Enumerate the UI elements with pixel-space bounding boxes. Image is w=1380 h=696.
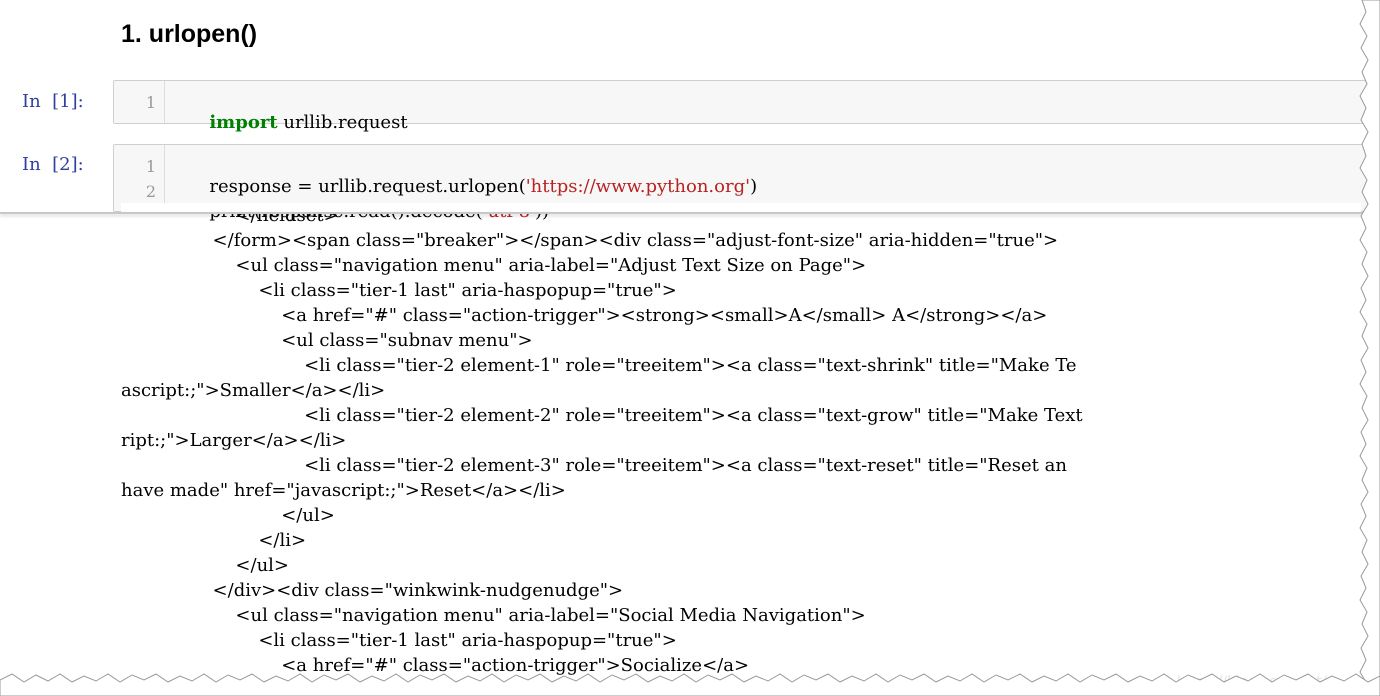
- output-line: <li class="tier-1 last" aria-haspopup="t…: [121, 630, 677, 651]
- cell-output: </fieldset> </form><span class="breaker"…: [121, 203, 1361, 683]
- code-string: 'https://www.python.org': [525, 176, 751, 197]
- code-cell-1[interactable]: 1 import urllib.request: [113, 80, 1380, 133]
- output-line: have made" href="javascript:;">Reset</a>…: [121, 480, 566, 501]
- output-line: <a href="#" class="action-trigger"><stro…: [121, 305, 1048, 326]
- output-line: <li class="tier-1 last" aria-haspopup="t…: [121, 280, 677, 301]
- output-line: <li class="tier-2 element-1" role="treei…: [121, 355, 1077, 376]
- output-line: ascript:;">Smaller</a></li>: [121, 380, 386, 401]
- line-number: 1: [145, 157, 156, 176]
- output-line: <li class="tier-2 element-3" role="treei…: [121, 455, 1067, 476]
- line-number: 2: [145, 182, 156, 201]
- output-line: ript:;">Larger</a></li>: [121, 430, 347, 451]
- output-line: <ul class="subnav menu">: [121, 330, 533, 351]
- output-line: </ul>: [121, 505, 335, 526]
- output-line: </div><div class="winkwink-nudgenudge">: [121, 580, 624, 601]
- line-number: 1: [145, 93, 156, 112]
- output-line: </li>: [121, 530, 307, 551]
- section-heading: 1. urlopen(): [121, 20, 258, 48]
- line-number-gutter: 1: [114, 81, 165, 123]
- input-prompt-1: In [1]:: [22, 91, 84, 112]
- output-line: </ul>: [121, 555, 290, 576]
- line-number-gutter: 1 2: [114, 145, 165, 211]
- notebook-screenshot: 1. urlopen() In [1]: 1 import urllib.req…: [0, 0, 1380, 696]
- code-cell-2[interactable]: 1 2 response = urllib.request.urlopen('h…: [113, 144, 1380, 222]
- output-line: <ul class="navigation menu" aria-label="…: [121, 605, 866, 626]
- output-line: <li class="tier-2 element-2" role="treei…: [121, 405, 1083, 426]
- input-prompt-2: In [2]:: [22, 154, 84, 175]
- code-text: urllib.request: [277, 112, 408, 133]
- output-line: </form><span class="breaker"></span><div…: [121, 230, 1059, 251]
- code-keyword: import: [209, 112, 278, 133]
- output-line: <ul class="navigation menu" aria-label="…: [121, 255, 867, 276]
- torn-edge-right: [1359, 0, 1380, 696]
- cell-divider: [0, 212, 1380, 214]
- code-text: ): [750, 176, 758, 197]
- torn-edge-bottom: [0, 673, 1380, 696]
